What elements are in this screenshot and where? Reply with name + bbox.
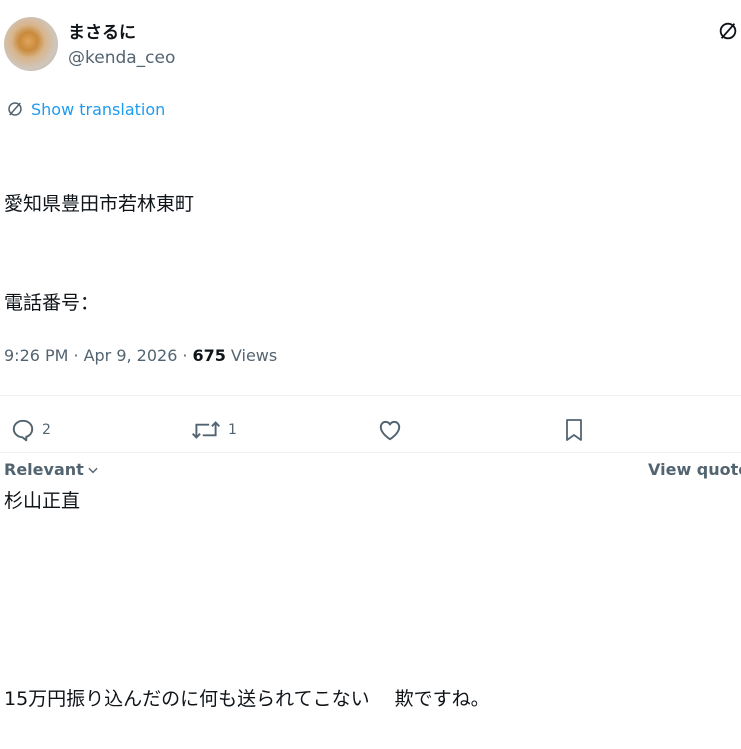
grok-icon (8, 102, 22, 116)
views-label: Views (230, 346, 278, 365)
tweet-date[interactable]: Apr 9, 2026 (84, 346, 178, 365)
reply-icon (12, 419, 34, 442)
chevron-down-icon (88, 467, 98, 473)
tweet-line (4, 386, 490, 419)
sort-dropdown[interactable]: Relevant (4, 460, 100, 479)
tweet-line: 15万円振り込んだのに何も送られてこない 欺ですね。 (4, 688, 490, 710)
display-name[interactable]: まさるに (68, 18, 136, 43)
bookmark-icon (566, 419, 582, 441)
reply-button[interactable]: 2 (10, 415, 51, 445)
retweet-count: 1 (228, 422, 237, 438)
tweet-line (4, 584, 490, 617)
tweet-meta: 9:26 PM · Apr 9, 2026 · 675 Views (4, 346, 277, 365)
reply-count: 2 (42, 422, 51, 438)
view-quotes-link[interactable]: View quotes (648, 460, 741, 479)
tweet-line: 杉山正直 (4, 490, 81, 512)
views-count: 675 (192, 346, 226, 365)
tweet-line: 愛知県豊田市若林東町 (4, 193, 195, 215)
sort-label: Relevant (4, 460, 84, 479)
divider (0, 395, 741, 396)
show-translation-row[interactable]: Show translation (6, 98, 165, 120)
tweet-time[interactable]: 9:26 PM (4, 346, 68, 365)
show-translation-link[interactable]: Show translation (31, 100, 165, 119)
separator: · (182, 346, 188, 365)
heart-icon (379, 420, 401, 441)
divider (0, 452, 741, 453)
avatar[interactable] (4, 17, 58, 71)
user-handle[interactable]: @kenda_ceo (68, 48, 175, 68)
retweet-button[interactable]: 1 (190, 415, 237, 445)
like-button[interactable] (377, 415, 403, 445)
retweet-icon (191, 421, 221, 439)
bookmark-button[interactable] (562, 415, 586, 445)
grok-icon[interactable] (717, 20, 739, 42)
tweet-line: 電話番号： (4, 292, 100, 314)
tweet-text: 愛知県豊田市若林東町 電話番号： 杉山正直 15万円振り込んだのに何も送られてこ… (4, 122, 490, 749)
separator: · (73, 346, 79, 365)
